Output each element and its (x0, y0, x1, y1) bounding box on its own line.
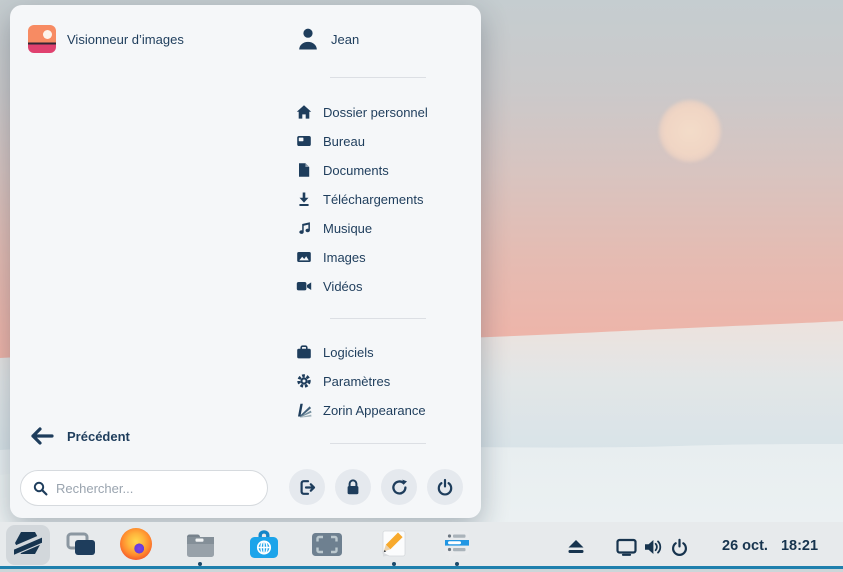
screenshot-button[interactable] (310, 527, 344, 561)
software-store-icon (247, 528, 281, 560)
menu-item-home[interactable]: Dossier personnel (296, 101, 428, 123)
software-store-button[interactable] (247, 527, 281, 561)
zorin-menu-button[interactable] (11, 527, 45, 561)
user-name: Jean (331, 32, 359, 47)
logout-icon (298, 478, 317, 497)
video-icon (296, 278, 312, 294)
menu-item-desktop[interactable]: Bureau (296, 130, 365, 152)
file-manager-icon (183, 528, 217, 560)
user-icon (296, 26, 320, 52)
volume-icon (643, 538, 663, 556)
divider (330, 318, 426, 319)
back-button[interactable]: Précédent (30, 424, 130, 448)
power-button[interactable] (427, 469, 463, 505)
menu-item-downloads[interactable]: Téléchargements (296, 188, 423, 210)
display-icon (616, 538, 637, 556)
search-field[interactable] (20, 470, 268, 506)
clock-date: 26 oct. (722, 538, 768, 554)
clock-time: 18:21 (781, 538, 818, 554)
app-menu-panel: Visionneur d’images Jean Dossier personn… (10, 5, 481, 518)
divider (330, 443, 426, 444)
power-icon (436, 478, 454, 497)
menu-item-label: Documents (323, 163, 389, 178)
back-arrow-icon (30, 426, 55, 446)
search-icon (33, 481, 48, 496)
menu-item-label: Paramètres (323, 374, 390, 389)
download-icon (296, 191, 312, 207)
search-input[interactable] (56, 481, 255, 496)
menu-item-label: Visionneur d’images (67, 32, 184, 47)
zorin-menu-icon (13, 530, 43, 558)
menu-item-settings[interactable]: Paramètres (296, 370, 390, 392)
restart-icon (390, 478, 409, 497)
firefox-button[interactable] (119, 527, 153, 561)
menu-item-label: Vidéos (323, 279, 363, 294)
menu-item-label: Téléchargements (323, 192, 423, 207)
todo-list-button[interactable] (440, 527, 474, 561)
menu-item-label: Zorin Appearance (323, 403, 426, 418)
document-icon (296, 162, 312, 178)
zorin-appearance-icon (296, 402, 312, 418)
back-label: Précédent (67, 429, 130, 444)
firefox-icon (120, 528, 152, 560)
menu-item-software[interactable]: Logiciels (296, 341, 374, 363)
clock[interactable]: 26 oct. 18:21 (722, 538, 818, 554)
menu-item-documents[interactable]: Documents (296, 159, 389, 181)
eject-icon (566, 538, 586, 556)
screenshot-icon (310, 528, 344, 560)
picture-icon (296, 249, 312, 265)
menu-item-pictures[interactable]: Images (296, 246, 366, 268)
gear-icon (296, 373, 312, 389)
menu-item-label: Images (323, 250, 366, 265)
window-switcher-button[interactable] (64, 527, 98, 561)
todo-list-icon (440, 528, 474, 560)
menu-item-videos[interactable]: Vidéos (296, 275, 363, 297)
briefcase-icon (296, 344, 312, 360)
music-icon (296, 220, 312, 236)
menu-item-user[interactable]: Jean (296, 26, 359, 52)
menu-item-image-viewer[interactable]: Visionneur d’images (28, 25, 184, 53)
text-editor-button[interactable] (377, 527, 411, 561)
power-tray-button[interactable] (668, 536, 690, 558)
lock-icon (344, 478, 362, 497)
text-editor-icon (377, 528, 411, 560)
image-viewer-icon (28, 25, 56, 53)
eject-button[interactable] (565, 536, 587, 558)
display-button[interactable] (615, 536, 637, 558)
restart-button[interactable] (381, 469, 417, 505)
menu-item-label: Dossier personnel (323, 105, 428, 120)
home-icon (296, 104, 312, 120)
power-icon (670, 538, 689, 557)
menu-item-label: Bureau (323, 134, 365, 149)
volume-button[interactable] (642, 536, 664, 558)
file-manager-button[interactable] (183, 527, 217, 561)
menu-item-label: Logiciels (323, 345, 374, 360)
window-switcher-icon (65, 529, 97, 559)
lock-button[interactable] (335, 469, 371, 505)
divider (330, 77, 426, 78)
menu-item-zorin-appearance[interactable]: Zorin Appearance (296, 399, 426, 421)
menu-item-label: Musique (323, 221, 372, 236)
menu-item-music[interactable]: Musique (296, 217, 372, 239)
desktop-icon (296, 133, 312, 149)
logout-button[interactable] (289, 469, 325, 505)
